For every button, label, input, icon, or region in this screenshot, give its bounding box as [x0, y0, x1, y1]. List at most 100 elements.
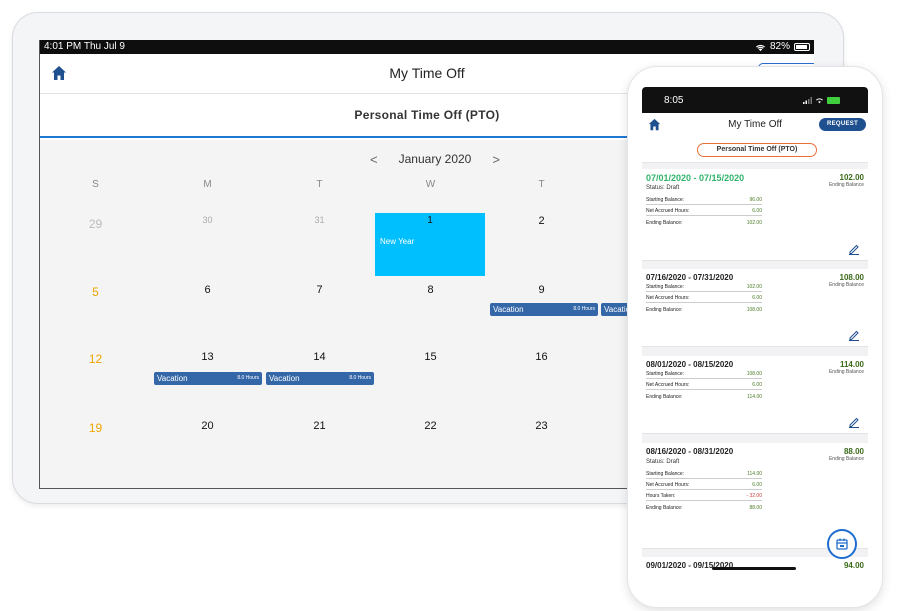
- ending-balance-label: Ending Balance: [828, 182, 864, 188]
- vacation-event[interactable]: Vacation 8.0 Hours: [490, 303, 598, 316]
- next-month-button[interactable]: >: [492, 152, 500, 167]
- home-indicator[interactable]: [712, 567, 796, 570]
- event-label: Vacation: [493, 305, 524, 314]
- row-label: Net Accrued Hours:: [646, 482, 690, 488]
- balance-row: Starting Balance: 114.00: [646, 470, 762, 479]
- ending-balance-value: 114.00: [839, 360, 864, 369]
- row-value: 6.00: [752, 295, 762, 301]
- dow-label: S: [92, 179, 99, 190]
- row-value: 96.00: [749, 197, 762, 203]
- row-label: Ending Balance:: [646, 306, 683, 313]
- battery-icon: [794, 43, 810, 51]
- calendar-icon: [836, 538, 848, 550]
- pto-period-card[interactable]: 07/01/2020 - 07/15/2020 102.00 Ending Ba…: [642, 169, 868, 261]
- status-text: Status: Draft: [646, 459, 680, 465]
- period-range: 08/01/2020 - 08/15/2020: [646, 360, 734, 369]
- request-button[interactable]: REQUEST: [819, 118, 866, 131]
- dow-label: M: [203, 179, 212, 190]
- balance-row: Ending Balance: 108.00: [646, 305, 762, 314]
- edit-icon[interactable]: [848, 243, 860, 255]
- row-label: Net Accrued Hours:: [646, 382, 690, 388]
- calendar-day[interactable]: 12: [40, 352, 151, 366]
- ending-balance-value: 94.00: [843, 561, 864, 570]
- pto-section-title[interactable]: Personal Time Off (PTO): [697, 143, 817, 157]
- balance-row: Ending Balance: 88.00: [646, 503, 762, 512]
- event-label: Vacation: [269, 374, 300, 383]
- balance-row: Ending Balance: 114.00: [646, 392, 762, 401]
- vacation-event[interactable]: Vacation 8.0 Hours: [154, 372, 262, 385]
- calendar-day[interactable]: 8: [375, 284, 486, 296]
- row-value: 108.00: [746, 371, 762, 377]
- tablet-status-time: 4:01 PM Thu Jul 9: [44, 41, 125, 52]
- phone-device: 8:05 My Time Off REQUEST Personal Time O…: [627, 66, 883, 608]
- month-navigator: < January 2020 >: [370, 152, 500, 167]
- row-value: 6.00: [752, 482, 762, 488]
- row-value: 6.00: [752, 208, 762, 214]
- dow-label: T: [538, 179, 545, 190]
- row-label: Ending Balance:: [646, 219, 683, 226]
- row-value: 6.00: [752, 382, 762, 388]
- ending-balance-value: 88.00: [843, 447, 864, 456]
- event-label: Vacation: [157, 374, 188, 383]
- calendar-day[interactable]: 5: [40, 285, 151, 299]
- stage: 4:01 PM Thu Jul 9 82% My Time Off Person…: [0, 0, 901, 611]
- row-value: 114.00: [747, 393, 762, 400]
- row-label: Ending Balance:: [646, 504, 683, 511]
- pto-period-card[interactable]: 07/16/2020 - 07/31/2020 108.00 Ending Ba…: [642, 269, 868, 347]
- calendar-day[interactable]: 15: [375, 351, 486, 363]
- balance-row: Net Accrued Hours: 6.00: [646, 207, 762, 216]
- calendar-fab-button[interactable]: [827, 529, 857, 559]
- tablet-battery-text: 82%: [769, 41, 790, 52]
- pto-period-card[interactable]: 09/01/2020 - 09/15/2020 94.00: [642, 557, 868, 573]
- balance-row: Net Accrued Hours: 6.00: [646, 381, 762, 390]
- vacation-event[interactable]: Vacation 8.0 Hours: [266, 372, 374, 385]
- row-label: Starting Balance:: [646, 471, 685, 477]
- calendar-day[interactable]: 21: [264, 420, 375, 432]
- event-hours: 8.0 Hours: [349, 375, 371, 381]
- edit-icon[interactable]: [848, 416, 860, 428]
- balance-row: Net Accrued Hours: 6.00: [646, 481, 762, 490]
- calendar-day[interactable]: 31: [264, 215, 375, 225]
- calendar-day[interactable]: 7: [264, 284, 375, 296]
- phone-status-time: 8:05: [664, 94, 684, 106]
- ending-balance-value: 108.00: [839, 273, 864, 282]
- row-label: Starting Balance:: [646, 371, 685, 377]
- calendar-day[interactable]: 9: [486, 284, 597, 296]
- phone-header: My Time Off REQUEST: [642, 113, 868, 137]
- wifi-icon: [756, 44, 765, 51]
- calendar-day[interactable]: 13: [152, 351, 263, 363]
- row-value: 102.00: [746, 284, 762, 290]
- holiday-label: New Year: [380, 237, 415, 246]
- calendar-day[interactable]: 29: [40, 217, 151, 231]
- calendar-day[interactable]: 2: [486, 215, 597, 227]
- calendar-day[interactable]: 20: [152, 420, 263, 432]
- prev-month-button[interactable]: <: [370, 152, 378, 167]
- row-label: Net Accrued Hours:: [646, 208, 690, 214]
- ending-balance-label: Ending Balance: [828, 282, 864, 288]
- balance-row: Starting Balance: 96.00: [646, 196, 762, 205]
- calendar-day[interactable]: 6: [152, 284, 263, 296]
- row-label: Hours Taken:: [646, 493, 676, 499]
- balance-row: Hours Taken: - 32.00: [646, 492, 762, 501]
- calendar-day[interactable]: 14: [264, 351, 375, 363]
- row-value: - 32.00: [746, 493, 762, 499]
- calendar-day[interactable]: 19: [40, 421, 151, 435]
- wifi-icon: [816, 97, 823, 103]
- balance-row: Starting Balance: 108.00: [646, 370, 762, 379]
- dow-label: W: [425, 179, 436, 190]
- balance-row: Starting Balance: 102.00: [646, 283, 762, 292]
- calendar-day: 1: [427, 215, 433, 226]
- calendar-day[interactable]: 22: [375, 420, 486, 432]
- pto-period-card[interactable]: 08/01/2020 - 08/15/2020 114.00 Ending Ba…: [642, 356, 868, 434]
- row-label: Net Accrued Hours:: [646, 295, 690, 301]
- edit-icon[interactable]: [848, 329, 860, 341]
- row-label: Starting Balance:: [646, 197, 685, 203]
- calendar-day[interactable]: 30: [152, 215, 263, 225]
- calendar-day[interactable]: 23: [486, 420, 597, 432]
- pto-section-header: Personal Time Off (PTO): [642, 137, 868, 163]
- period-range: 07/01/2020 - 07/15/2020: [646, 173, 745, 183]
- calendar-day[interactable]: 16: [486, 351, 597, 363]
- balance-row: Net Accrued Hours: 6.00: [646, 294, 762, 303]
- holiday-cell[interactable]: 1 New Year: [375, 213, 485, 276]
- status-text: Status: Draft: [646, 185, 680, 191]
